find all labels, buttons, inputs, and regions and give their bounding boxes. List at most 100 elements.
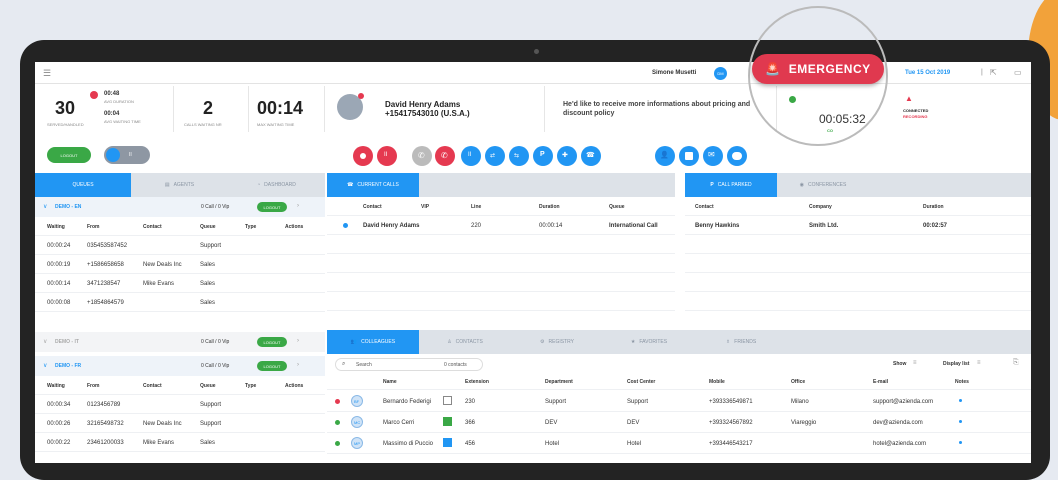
export-icon[interactable]: ⎘ [1013,359,1019,367]
chevron-right-icon[interactable]: › [297,203,299,209]
chevron-right-icon[interactable]: › [297,338,299,344]
status-toggle[interactable]: II [104,146,150,164]
alarm-icon: 🚨 [765,62,781,76]
list-icon: ≡ [977,360,981,366]
table-row[interactable]: 00:00:22 23461200033 Mike Evans Sales [35,433,325,452]
list-icon: ≡ [913,360,917,366]
notes-button[interactable] [679,146,699,166]
park-button[interactable]: P [533,146,553,166]
tab-agents[interactable]: ▤ AGENTS [131,173,228,197]
collapse-icon[interactable]: ∨ [43,338,47,345]
tab-queues[interactable]: QUEUES [35,173,131,197]
queue-table-fr: Waiting From Contact Queue Type Actions … [35,376,325,463]
tab-contacts[interactable]: ♙ CONTACTS [419,330,511,354]
queue-header-fr[interactable]: ∨ DEMO - FR 0 Call / 0 Vip LOGOUT › [35,356,325,376]
pause-call-button[interactable]: II [377,146,397,166]
table-row[interactable]: 00:00:24 035453587452 Support [35,236,325,255]
table-row[interactable]: Benny Hawkins Smith Ltd. 00:02:57 [685,216,1031,235]
conference-button[interactable]: ☎ [581,146,601,166]
directory-tab-bar: 👥 COLLEAGUES ♙ CONTACTS ⚙ REGISTRY ★ FAVORIT… [327,330,1031,354]
queue-logout-button[interactable]: LOGOUT [257,361,287,371]
separator: | [981,69,983,76]
email-button[interactable]: ✉ [703,146,723,166]
presence-dot [335,420,340,425]
table-row[interactable]: 00:00:19 +1586658658 New Deals Inc Sales [35,255,325,274]
kpi-calls-waiting: 2 CALLS WAITING NR [174,86,249,132]
caller-status-dot [358,93,364,99]
avatar: MP [351,437,363,449]
table-row[interactable]: David Henry Adams 220 00:00:14 Internati… [327,216,675,235]
tab-current-calls[interactable]: ☎ CURRENT CALLS [327,173,419,197]
window-icon[interactable]: ▭ [1014,68,1022,77]
table-row[interactable]: 00:00:26 32165498732 New Deals Inc Suppo… [35,414,325,433]
note-indicator [959,420,962,423]
contacts-count: 0 contacts [444,362,467,368]
tab-colleagues[interactable]: 👥 COLLEAGUES [327,330,419,354]
status-square-icon[interactable] [443,438,452,447]
app-screen: ☰ Simone Musetti DM Tue 15 Oct 2019 | ⇱ … [35,62,1031,463]
date-label: Tue 15 Oct 2019 [905,70,951,76]
colleagues-icon: 👥 [350,339,358,345]
caller-number: +15417543010 (U.S.A.) [385,109,470,118]
show-dropdown[interactable]: Show [893,361,906,367]
queue-name: DEMO - IT [55,339,79,345]
table-row[interactable]: MC Marco Cerri 366 DEV DEV +393324567892… [327,412,1031,433]
queue-name: DEMO - FR [55,363,82,369]
table-row[interactable]: BF Bernardo Federigi 230 Support Support… [327,391,1031,412]
queue-header-it[interactable]: ∨ DEMO - IT 0 Call / 0 Vip LOGOUT › [35,332,325,352]
queue-logout-button[interactable]: LOGOUT [257,202,287,212]
park-icon: P [710,182,714,188]
tab-favorites[interactable]: ★ FAVORITES [603,330,695,354]
tab-dashboard[interactable]: ◔ DASHBOARD [228,173,325,197]
contacts-icon: ♙ [447,339,452,345]
search-input[interactable]: ⌕ Search 0 contacts [335,358,483,371]
hold-button[interactable]: II [461,146,481,166]
queue-header-en[interactable]: ∨ DEMO - EN 0 Call / 0 Vip LOGOUT › [35,197,325,217]
queue-logout-button[interactable]: LOGOUT [257,337,287,347]
kpi-served: 30 SERVED/HANDLED 00:48 AVG DURATION 00:… [35,86,174,132]
hangup-button[interactable]: ✆ [435,146,455,166]
add-contact-button[interactable]: 👤 [655,146,675,166]
parked-table: Contact Company Duration Benny Hawkins S… [685,197,1031,325]
tab-friends[interactable]: ♗ FRIENDS [695,330,787,354]
left-tab-bar: QUEUES ▤ AGENTS ◔ DASHBOARD [35,173,325,197]
directory-panel: ⌕ Search 0 contacts Show ≡ Display list … [327,354,1031,463]
menu-icon[interactable]: ☰ [43,68,51,79]
attended-transfer-button[interactable]: ⇆ [509,146,529,166]
star-icon: ★ [630,339,636,345]
chevron-right-icon[interactable]: › [297,362,299,368]
card-icon[interactable] [443,396,452,405]
logout-button[interactable]: LOGOUT [47,147,91,163]
table-row[interactable]: MP Massimo di Puccio 456 Hotel Hotel +39… [327,433,1031,454]
table-row[interactable]: 00:00:34 0123456789 Support [35,395,325,414]
display-list-dropdown[interactable]: Display list [943,361,969,367]
current-calls-tab-bar: ☎ CURRENT CALLS [327,173,675,197]
toggle-knob [106,148,120,162]
chat-button[interactable] [727,146,747,166]
user-name[interactable]: Simone Musetti [652,70,696,76]
collapse-icon[interactable]: ∨ [43,362,47,369]
table-row[interactable]: 00:00:08 +1854864579 Sales [35,293,325,312]
phone-button[interactable]: ✆ [412,146,432,166]
table-header: Waiting From Contact Queue Type Actions [35,376,325,395]
served-value: 30 [55,98,76,118]
tab-registry[interactable]: ⚙ REGISTRY [511,330,603,354]
record-button[interactable] [353,146,373,166]
table-row[interactable]: 00:00:14 3471238547 Mike Evans Sales [35,274,325,293]
user-badge[interactable]: DM [714,67,727,80]
status-square-icon[interactable] [443,417,452,426]
served-label: SERVED/HANDLED [47,122,84,127]
emergency-button[interactable]: 🚨 EMERGENCY [752,54,884,84]
avg-wait-label: AVG WAITING TIME [104,119,141,124]
max-wait-value: 00:14 [257,98,304,118]
avg-duration: 00:48 [104,91,120,97]
add-call-button[interactable]: ✚ [557,146,577,166]
tab-conferences[interactable]: ◉ CONFERENCES [777,173,869,197]
tab-call-parked[interactable]: P CALL PARKED [685,173,777,197]
queue-name: DEMO - EN [55,204,82,210]
transfer-button[interactable]: ⇄ [485,146,505,166]
fullscreen-icon[interactable]: ⇱ [990,68,997,77]
collapse-icon[interactable]: ∨ [43,203,47,210]
queue-table-en: Waiting From Contact Queue Type Actions … [35,217,325,333]
caller-name: David Henry Adams [385,100,461,109]
